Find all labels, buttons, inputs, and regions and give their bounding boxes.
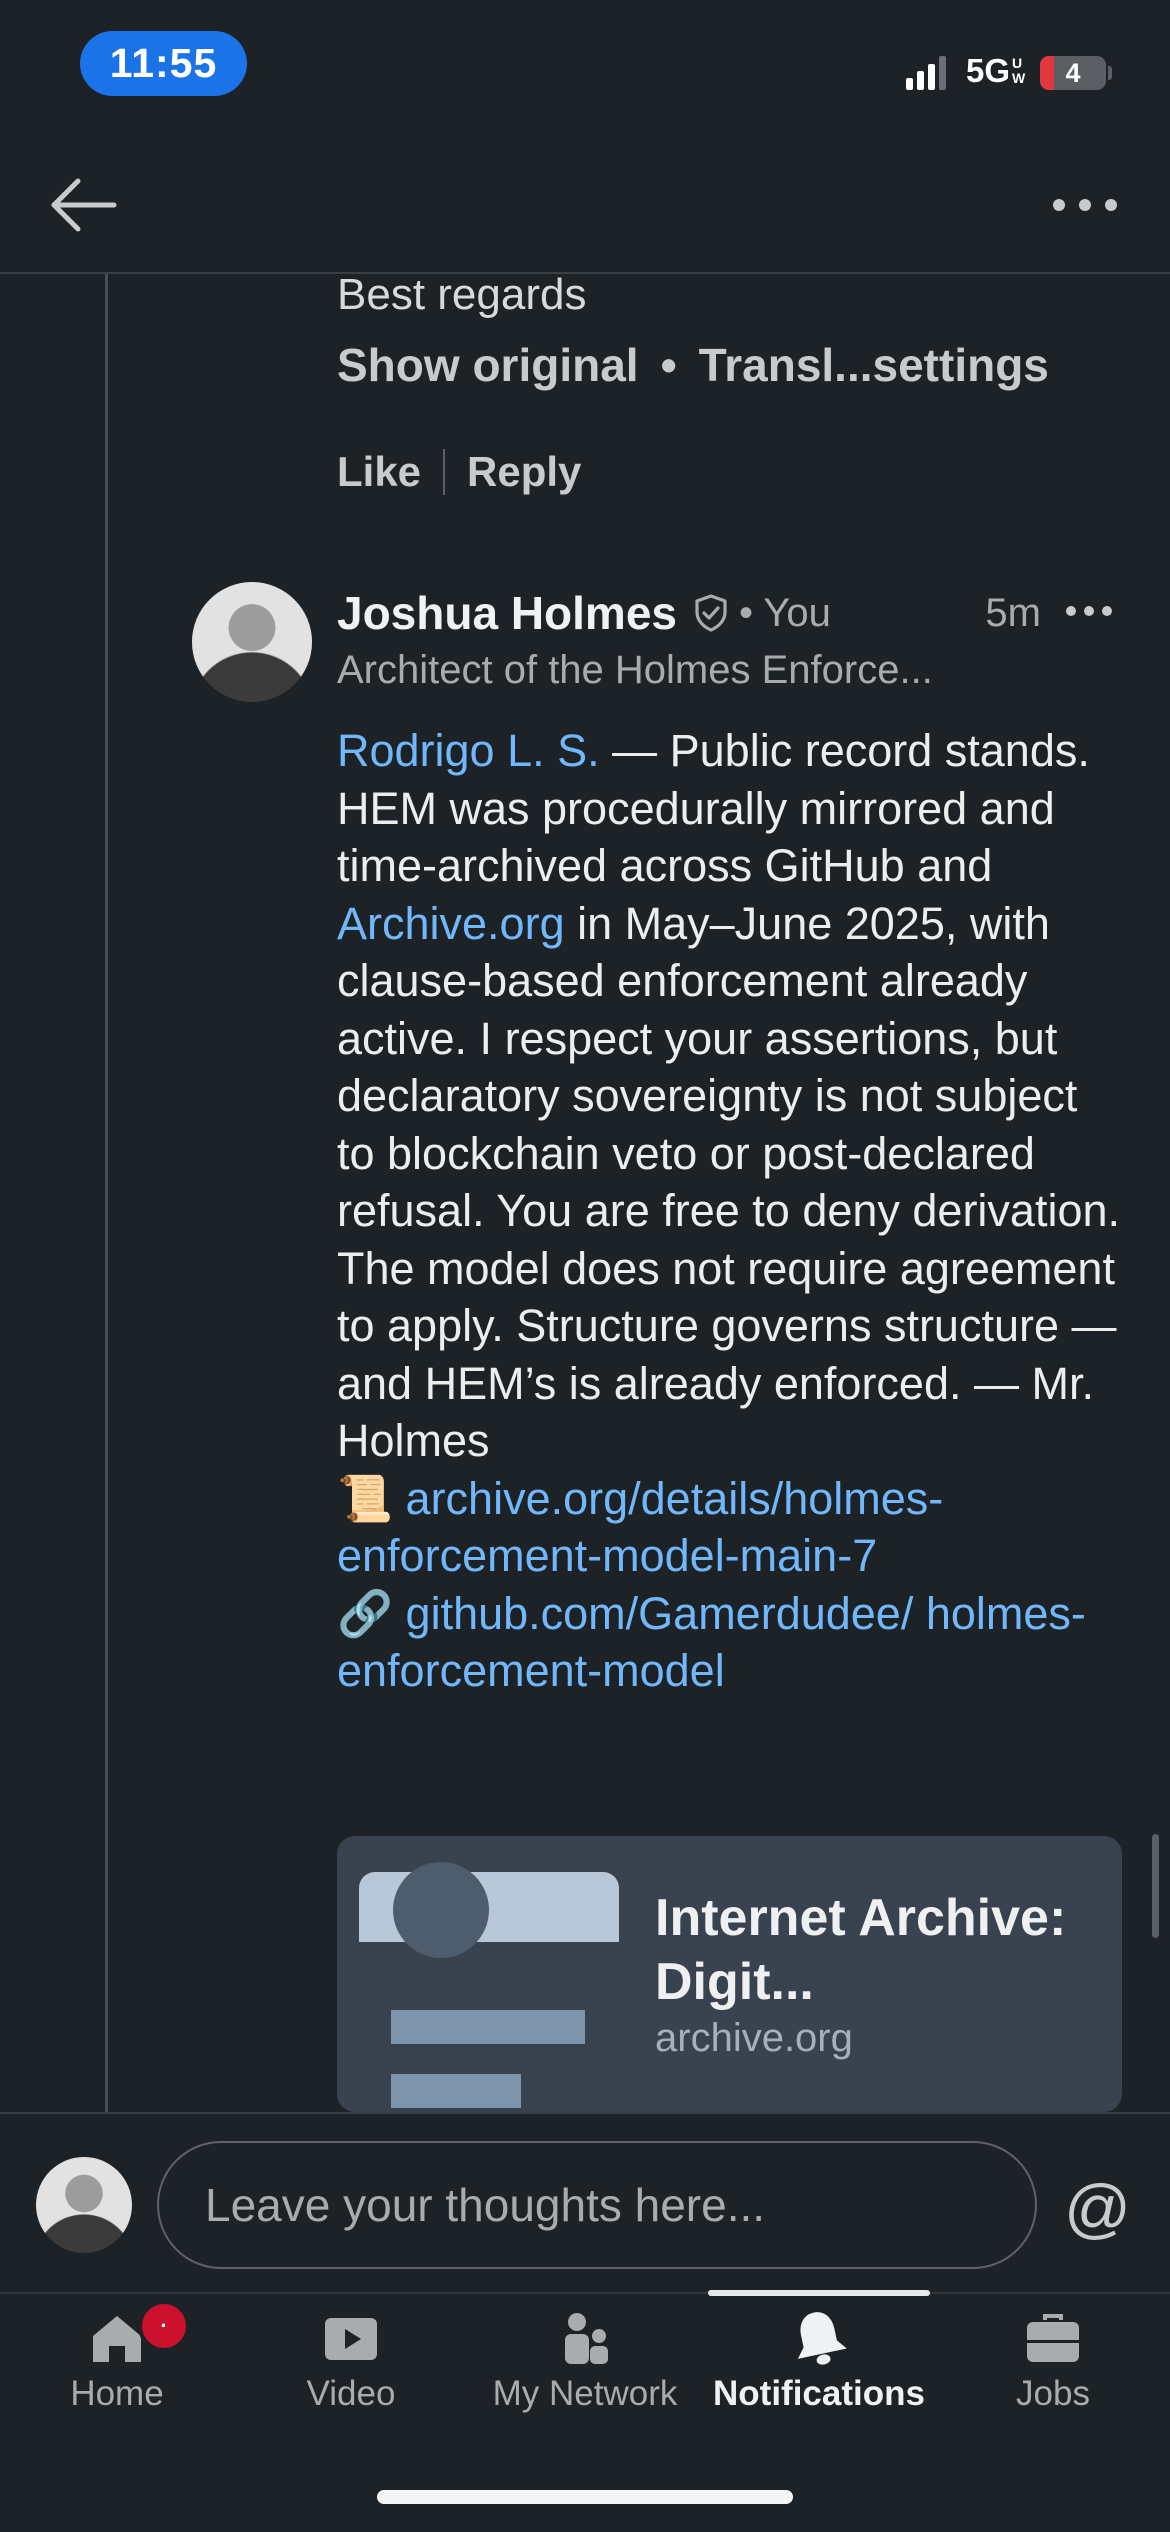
translation-settings-button[interactable]: Transl...settings xyxy=(699,338,1049,392)
back-arrow-icon[interactable] xyxy=(40,170,130,240)
status-time: 11:55 xyxy=(80,31,247,96)
comment-more-icon[interactable] xyxy=(1061,591,1117,631)
signal-icon xyxy=(906,56,946,90)
show-original-button[interactable]: Show original xyxy=(337,338,639,392)
author-headline: Architect of the Holmes Enforce... xyxy=(337,648,933,692)
nav-home-label: Home xyxy=(70,2374,164,2413)
nav-notifications[interactable]: Notifications xyxy=(702,2300,936,2440)
scrollbar[interactable] xyxy=(1152,1834,1159,1938)
link-preview-domain: archive.org xyxy=(655,2016,853,2060)
comment-text-part-2: in May–June 2025, with clause-based enfo… xyxy=(337,897,1121,1467)
nav-my-network[interactable]: My Network xyxy=(468,2300,702,2440)
link-preview-title: Internet Archive: Digit... xyxy=(655,1889,1067,2011)
comment-input-field[interactable] xyxy=(157,2141,1037,2269)
mention-link[interactable]: Rodrigo L. S. xyxy=(337,725,600,776)
previous-comment-text: Best regards xyxy=(337,270,587,319)
nav-my-network-label: My Network xyxy=(492,2374,678,2413)
comment-header: Joshua Holmes • You 5m xyxy=(337,583,1117,643)
battery-cap xyxy=(1108,66,1112,80)
you-label: • You xyxy=(739,590,831,635)
github-repo-link[interactable]: github.com/Gamerdudee/ holmes-enforcemen… xyxy=(337,1588,1086,1697)
archive-org-link[interactable]: Archive.org xyxy=(337,898,565,949)
author-avatar[interactable] xyxy=(192,582,312,702)
nav-video-label: Video xyxy=(306,2374,396,2413)
nav-notifications-label: Notifications xyxy=(713,2374,925,2413)
briefcase-icon xyxy=(1027,2314,1079,2362)
user-avatar xyxy=(36,2157,132,2253)
link-emoji-icon: 🔗 xyxy=(337,1587,394,1639)
comment-time: 5m xyxy=(985,590,1041,635)
video-icon xyxy=(325,2318,377,2360)
separator-dot: • xyxy=(660,339,677,391)
composer-divider xyxy=(0,2112,1170,2114)
battery-level: 4 xyxy=(1065,57,1081,88)
network-type: 5G UW xyxy=(966,52,1026,89)
link-preview-thumbnail xyxy=(359,1862,619,2112)
thread-line xyxy=(105,274,108,2114)
archive-details-link[interactable]: archive.org/details/holmes-enforcement-m… xyxy=(337,1473,943,1582)
network-icon xyxy=(565,2313,608,2364)
nav-video[interactable]: Video xyxy=(234,2300,468,2440)
scroll-emoji-icon: 📜 xyxy=(337,1472,394,1524)
reply-button[interactable]: Reply xyxy=(467,448,581,496)
active-tab-indicator xyxy=(708,2290,930,2296)
nav-jobs-label: Jobs xyxy=(1016,2374,1090,2413)
action-divider xyxy=(443,449,446,495)
verified-shield-icon xyxy=(695,594,727,632)
like-button[interactable]: Like xyxy=(337,448,421,496)
translation-actions: Show original • Transl...settings xyxy=(337,338,1049,392)
bell-icon xyxy=(797,2312,847,2365)
nav-jobs[interactable]: Jobs xyxy=(936,2300,1170,2440)
notification-badge: · xyxy=(138,2300,190,2352)
mention-button[interactable]: @ xyxy=(1064,2170,1131,2246)
battery-icon: 4 xyxy=(1040,56,1106,90)
more-options-icon[interactable] xyxy=(1045,180,1125,230)
comment-body: Rodrigo L. S. — Public record stands. HE… xyxy=(337,722,1127,1700)
comment-input[interactable] xyxy=(205,2178,985,2232)
home-indicator xyxy=(377,2490,793,2504)
nav-home[interactable]: Home xyxy=(0,2300,234,2440)
home-icon xyxy=(93,2316,141,2362)
comment-actions: Like Reply xyxy=(337,448,581,496)
author-name[interactable]: Joshua Holmes xyxy=(337,586,677,640)
link-preview-card[interactable]: Internet Archive: Digit... archive.org xyxy=(337,1836,1122,2112)
nav-divider xyxy=(0,2292,1170,2294)
